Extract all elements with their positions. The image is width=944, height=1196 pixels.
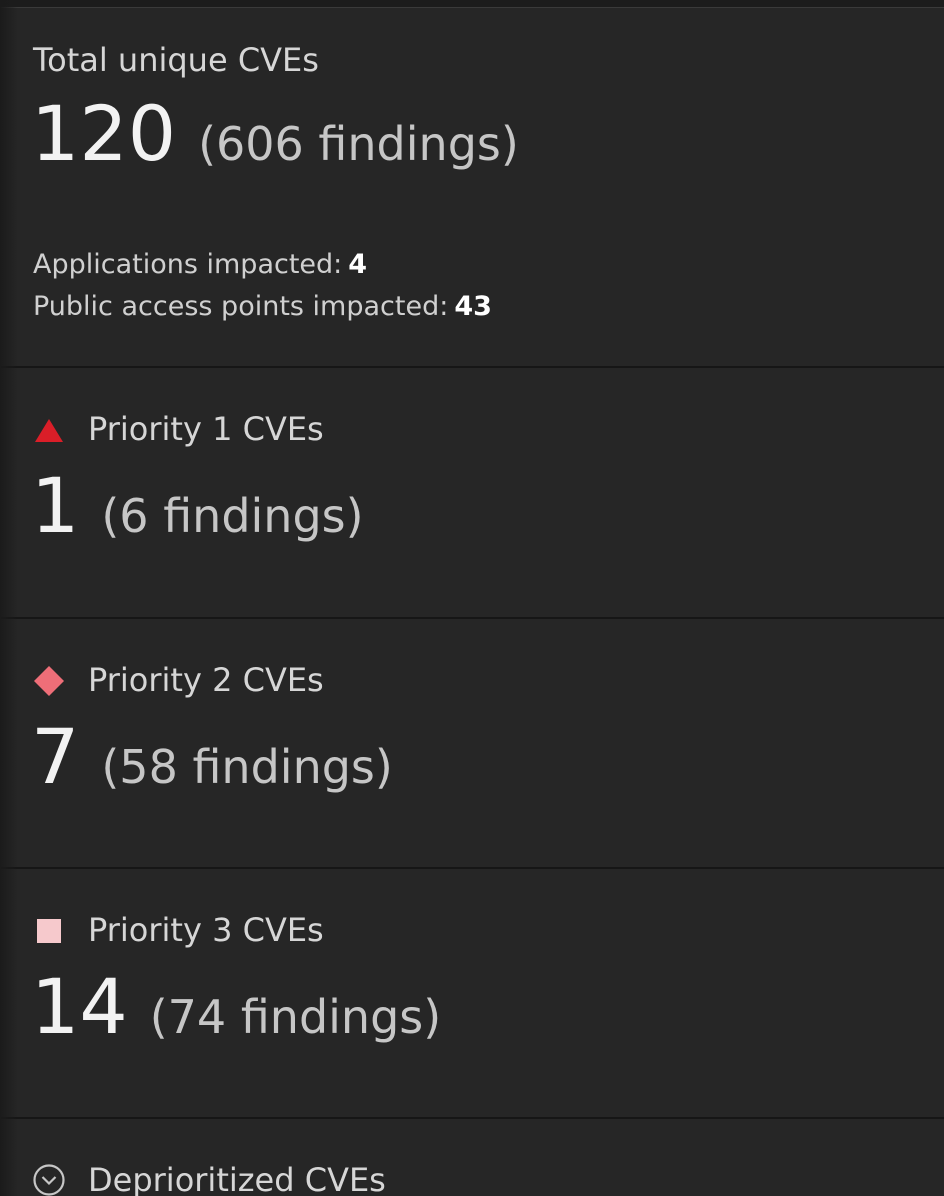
total-cves-title: Total unique CVEs: [33, 41, 319, 79]
priority-3-count: 14: [31, 962, 128, 1051]
total-cves-metric: 120 (606 findings): [31, 96, 519, 172]
priority-2-findings: (58 findings): [101, 740, 393, 794]
priority-1-count: 1: [31, 461, 80, 550]
chevron-down-circle-icon: [33, 1164, 65, 1196]
deprioritized-title: Deprioritized CVEs: [88, 1161, 386, 1196]
deprioritized-tile[interactable]: Deprioritized CVEs: [0, 1119, 944, 1196]
public-access-points-impacted: Public access points impacted: 43: [33, 291, 492, 322]
priority-2-title: Priority 2 CVEs: [88, 661, 324, 699]
priority-3-metric: 14 (74 findings): [31, 969, 441, 1045]
priority-3-title: Priority 3 CVEs: [88, 911, 324, 949]
priority-3-tile[interactable]: Priority 3 CVEs 14 (74 findings): [0, 869, 944, 1119]
panel-top-border: [0, 0, 944, 8]
priority-1-metric: 1 (6 findings): [31, 468, 364, 544]
total-cves-tile[interactable]: Total unique CVEs 120 (606 findings) App…: [0, 8, 944, 368]
diamond-icon: [34, 666, 64, 696]
cve-summary-panel: Total unique CVEs 120 (606 findings) App…: [0, 0, 944, 1196]
applications-impacted: Applications impacted: 4: [33, 249, 367, 280]
priority-2-metric: 7 (58 findings): [31, 719, 393, 795]
priority-1-findings: (6 findings): [101, 489, 364, 543]
applications-impacted-value: 4: [348, 249, 368, 280]
public-access-points-value: 43: [454, 291, 492, 322]
total-cves-findings: (606 findings): [198, 117, 519, 171]
total-cves-count: 120: [31, 89, 177, 178]
priority-1-tile[interactable]: Priority 1 CVEs 1 (6 findings): [0, 368, 944, 619]
priority-1-title: Priority 1 CVEs: [88, 410, 324, 448]
public-access-points-label: Public access points impacted:: [33, 291, 449, 322]
priority-3-findings: (74 findings): [149, 990, 442, 1044]
applications-impacted-label: Applications impacted:: [33, 249, 343, 280]
priority-2-count: 7: [31, 712, 80, 801]
triangle-icon: [35, 419, 63, 442]
priority-2-tile[interactable]: Priority 2 CVEs 7 (58 findings): [0, 619, 944, 869]
square-icon: [37, 919, 61, 943]
